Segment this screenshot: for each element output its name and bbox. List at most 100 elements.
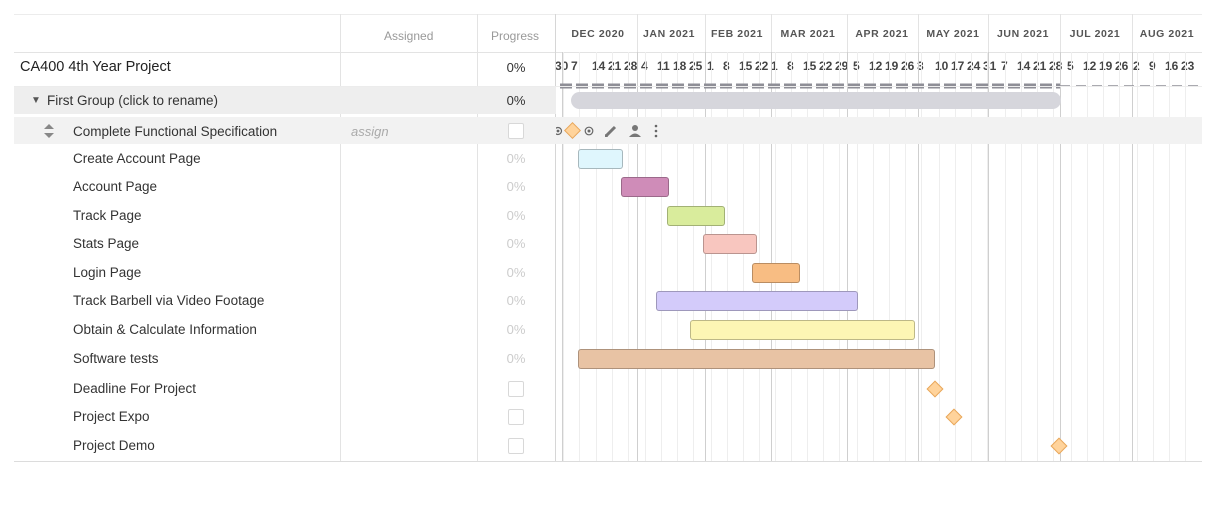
- week-gridline: [645, 52, 646, 462]
- week-gridline: [612, 52, 613, 462]
- month-label: DEC 2020: [571, 28, 625, 40]
- task-bar[interactable]: [578, 349, 935, 369]
- task-progress: 0%: [506, 293, 526, 308]
- week-gridline: [823, 52, 824, 462]
- day-label: 24: [967, 59, 981, 73]
- week-gridline: [889, 52, 890, 462]
- week-gridline: [873, 52, 874, 462]
- header-bottom-border: [14, 52, 1202, 53]
- week-gridline: [1137, 52, 1138, 462]
- task-name[interactable]: Account Page: [73, 179, 157, 194]
- milestone-diamond-icon[interactable]: [945, 408, 963, 426]
- month-label: APR 2021: [855, 28, 909, 40]
- milestone-name[interactable]: Project Demo: [73, 438, 155, 453]
- week-gridline: [939, 52, 940, 462]
- group-summary-bar[interactable]: [571, 92, 1061, 109]
- month-label: MAY 2021: [926, 28, 980, 40]
- month-gridline: [918, 52, 919, 462]
- assign-field[interactable]: assign: [351, 124, 389, 139]
- week-gridline: [905, 52, 906, 462]
- month-divider: [1132, 14, 1133, 52]
- month-gridline: [988, 52, 989, 462]
- milestone-checkbox[interactable]: [508, 438, 524, 454]
- week-gridline: [1087, 52, 1088, 462]
- task-name[interactable]: Track Page: [73, 208, 142, 223]
- task-toolbar: [553, 122, 668, 140]
- header-top-border: [14, 14, 1202, 15]
- week-gridline: [921, 52, 922, 462]
- week-gridline: [1185, 52, 1186, 462]
- milestone-checkbox[interactable]: [508, 381, 524, 397]
- task-progress: 0%: [506, 179, 526, 194]
- drag-handle-icon[interactable]: [44, 124, 54, 138]
- task-name[interactable]: Stats Page: [73, 236, 139, 251]
- week-gridline: [955, 52, 956, 462]
- task-bar[interactable]: [667, 206, 725, 226]
- week-gridline: [857, 52, 858, 462]
- week-gridline: [775, 52, 776, 462]
- week-gridline: [563, 52, 564, 462]
- project-name[interactable]: CA400 4th Year Project: [20, 59, 171, 75]
- day-label: 22: [755, 59, 769, 73]
- day-label: 23: [1181, 59, 1195, 73]
- task-name[interactable]: Create Account Page: [73, 151, 201, 166]
- month-gridline: [562, 52, 563, 462]
- day-label: 25: [689, 59, 703, 73]
- progress-checkbox[interactable]: [508, 123, 524, 139]
- milestone-name[interactable]: Deadline For Project: [73, 381, 196, 396]
- assigned-column-header[interactable]: Assigned: [384, 29, 433, 43]
- day-label: 19: [1099, 59, 1113, 73]
- day-label: 22: [819, 59, 833, 73]
- task-progress: 0%: [506, 322, 526, 337]
- month-divider: [771, 14, 772, 52]
- day-label: 14: [592, 59, 606, 73]
- week-gridline: [1169, 52, 1170, 462]
- task-name[interactable]: Track Barbell via Video Footage: [73, 293, 264, 308]
- week-gridline: [1071, 52, 1072, 462]
- project-summary-bar: [560, 77, 1200, 89]
- week-gridline: [596, 52, 597, 462]
- week-gridline: [759, 52, 760, 462]
- month-label: JUN 2021: [996, 28, 1050, 40]
- day-label: 31: [983, 59, 997, 73]
- group-progress: 0%: [506, 93, 526, 108]
- task-bar[interactable]: [621, 177, 669, 197]
- expand-icon[interactable]: [553, 126, 563, 136]
- more-icon[interactable]: [654, 124, 658, 138]
- week-gridline: [727, 52, 728, 462]
- week-gridline: [807, 52, 808, 462]
- week-gridline: [661, 52, 662, 462]
- task-bar[interactable]: [578, 149, 623, 169]
- target-icon[interactable]: [584, 126, 594, 136]
- task-bar[interactable]: [690, 320, 915, 340]
- person-icon[interactable]: [629, 125, 641, 137]
- pencil-icon[interactable]: [604, 125, 617, 138]
- week-gridline: [971, 52, 972, 462]
- month-gridline: [847, 52, 848, 462]
- day-label: 26: [1115, 59, 1129, 73]
- week-gridline: [1005, 52, 1006, 462]
- day-label: 21: [608, 59, 622, 73]
- task-name[interactable]: Obtain & Calculate Information: [73, 322, 257, 337]
- task-name[interactable]: Software tests: [73, 351, 159, 366]
- task-name[interactable]: Login Page: [73, 265, 141, 280]
- group-name[interactable]: First Group (click to rename): [47, 93, 218, 108]
- day-label: 28: [624, 59, 638, 73]
- month-divider: [988, 14, 989, 52]
- milestone-checkbox[interactable]: [508, 409, 524, 425]
- task-bar[interactable]: [752, 263, 800, 283]
- milestone-diamond-icon[interactable]: [926, 380, 944, 398]
- week-gridline: [1053, 52, 1054, 462]
- task-bar[interactable]: [703, 234, 757, 254]
- milestone-name[interactable]: Project Expo: [73, 409, 150, 424]
- task-progress: 0%: [506, 208, 526, 223]
- progress-column-header[interactable]: Progress: [491, 29, 539, 43]
- collapse-toggle-icon[interactable]: ▼: [31, 95, 41, 106]
- day-label: 15: [803, 59, 817, 73]
- selected-task-name[interactable]: Complete Functional Specification: [73, 124, 277, 139]
- month-divider: [637, 14, 638, 52]
- task-bar[interactable]: [656, 291, 858, 311]
- milestone-diamond-icon[interactable]: [564, 122, 581, 139]
- day-label: 19: [885, 59, 899, 73]
- day-label: 10: [935, 59, 949, 73]
